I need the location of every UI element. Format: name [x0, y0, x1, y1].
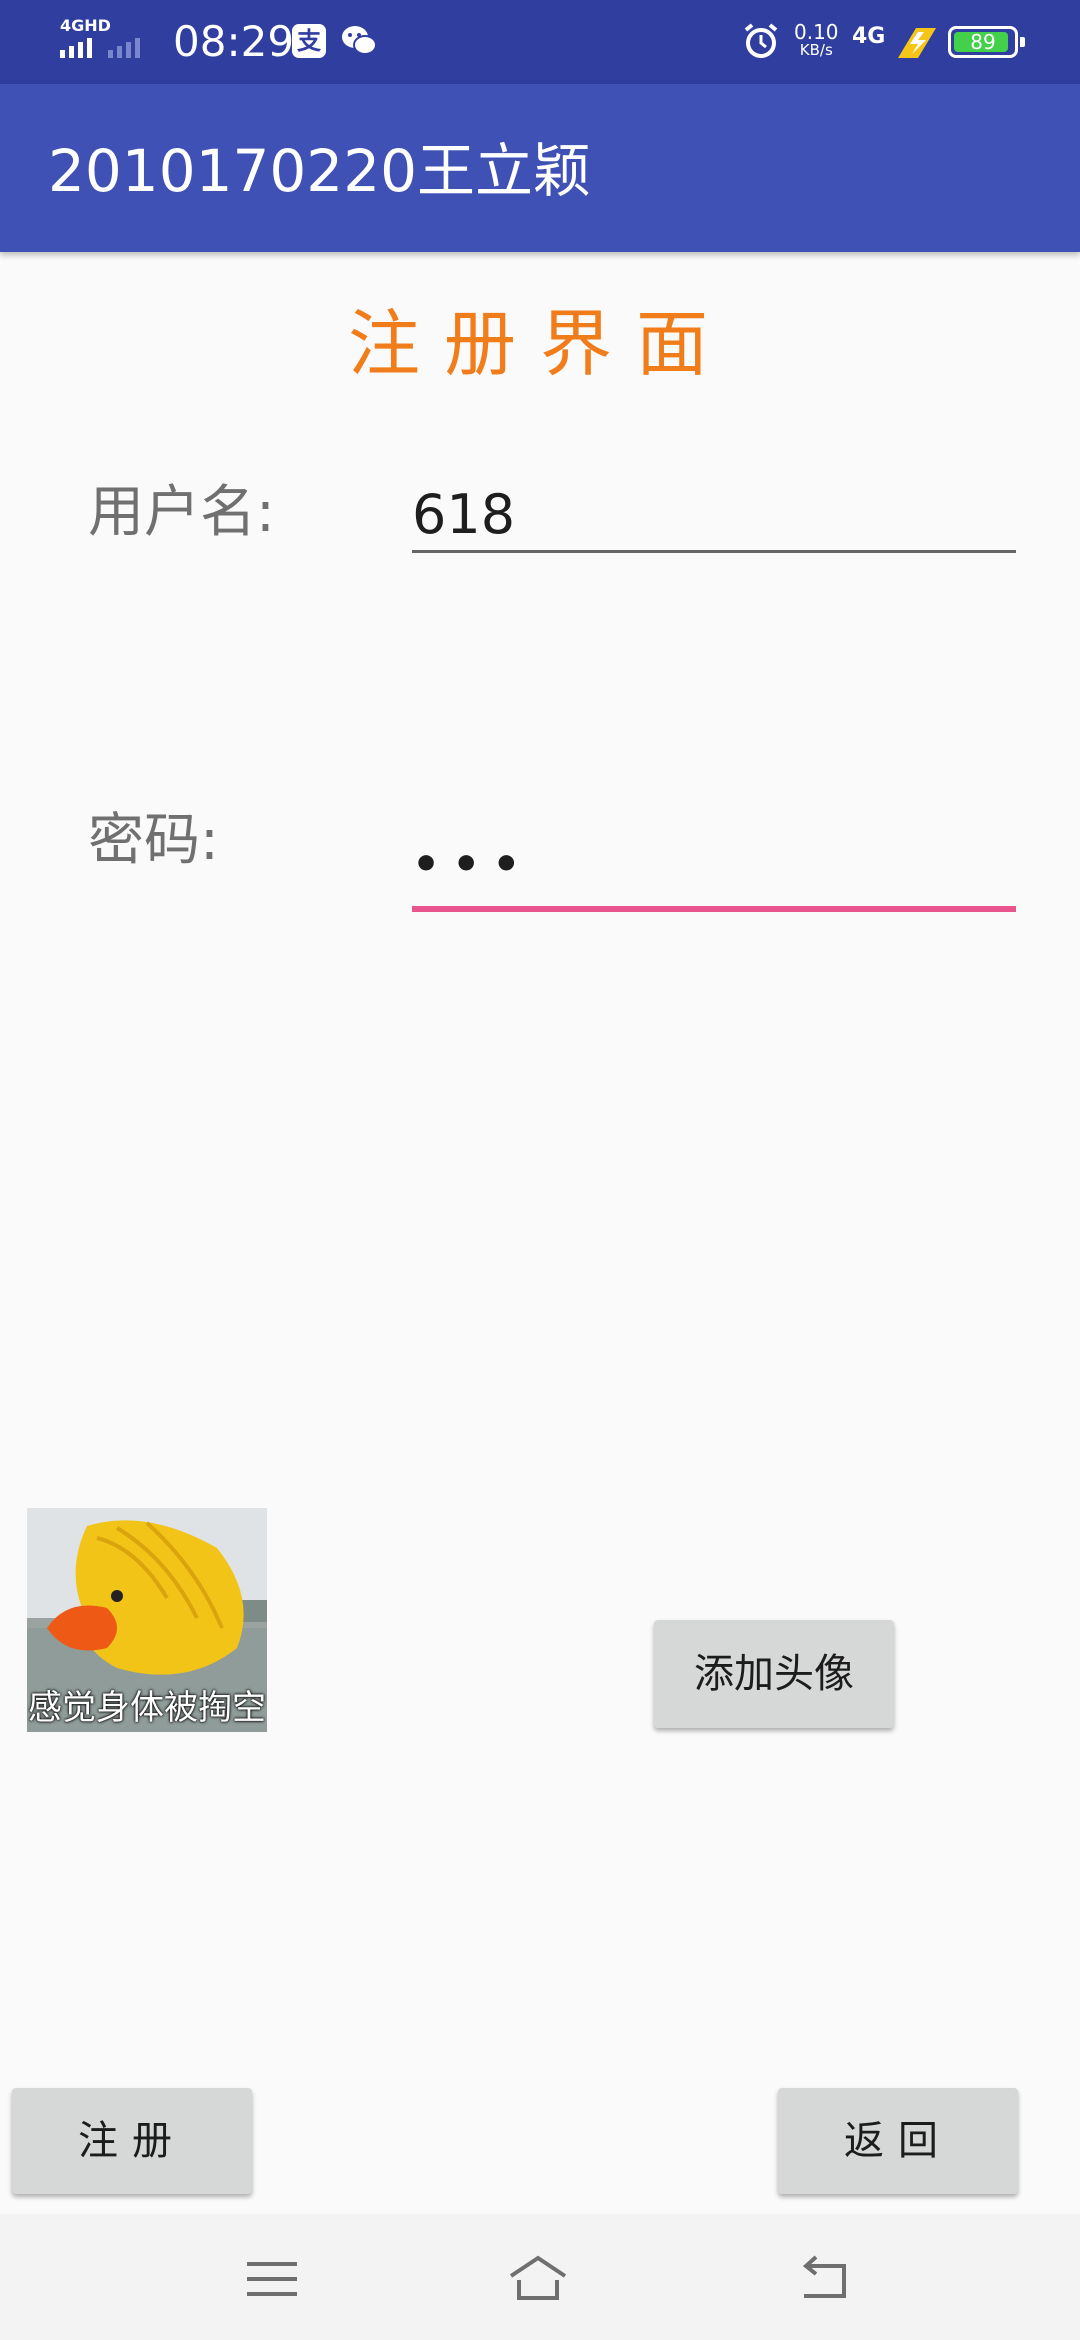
app-title: 2010170220王立颖	[48, 137, 592, 205]
navigation-bar	[0, 2214, 1080, 2340]
password-label: 密码:	[88, 808, 219, 873]
alarm-icon	[744, 23, 778, 58]
password-value[interactable]: •••	[412, 832, 532, 898]
wechat-icon	[342, 26, 377, 55]
alipay-icon: 支	[292, 24, 326, 58]
status-bar: 4GHD 08:29 支 0.10 KB/s 4G 89	[0, 0, 1080, 84]
username-underline	[412, 550, 1016, 553]
page-title: 注册界面	[347, 302, 732, 386]
signal-strength-icon	[60, 38, 140, 58]
avatar-image: 感觉身体被掏空	[27, 1508, 267, 1732]
username-label: 用户名:	[88, 480, 275, 545]
network-speed-unit: KB/s	[799, 41, 833, 59]
avatar-caption: 感觉身体被掏空	[28, 1688, 266, 1728]
home-icon[interactable]	[508, 2252, 568, 2306]
battery-icon: 89	[948, 26, 1025, 58]
app-bar: 2010170220王立颖	[0, 84, 1080, 252]
back-nav-icon[interactable]	[794, 2252, 854, 2306]
add-avatar-button[interactable]: 添加头像	[654, 1620, 894, 1728]
secondary-network-label: 4G	[852, 24, 886, 49]
charging-icon	[898, 28, 936, 58]
password-underline-focused	[412, 906, 1016, 912]
username-value[interactable]: 618	[412, 482, 515, 548]
menu-icon[interactable]	[242, 2252, 302, 2306]
username-input[interactable]: 618	[412, 482, 1016, 554]
register-button[interactable]: 注册	[12, 2088, 252, 2194]
back-button[interactable]: 返回	[778, 2088, 1018, 2194]
password-input[interactable]: •••	[412, 832, 1016, 912]
network-speed: 0.10 KB/s	[794, 22, 839, 59]
network-type-label: 4GHD	[60, 16, 111, 35]
battery-tip	[1020, 37, 1025, 47]
clock: 08:29	[173, 17, 295, 66]
battery-level: 89	[970, 30, 996, 54]
